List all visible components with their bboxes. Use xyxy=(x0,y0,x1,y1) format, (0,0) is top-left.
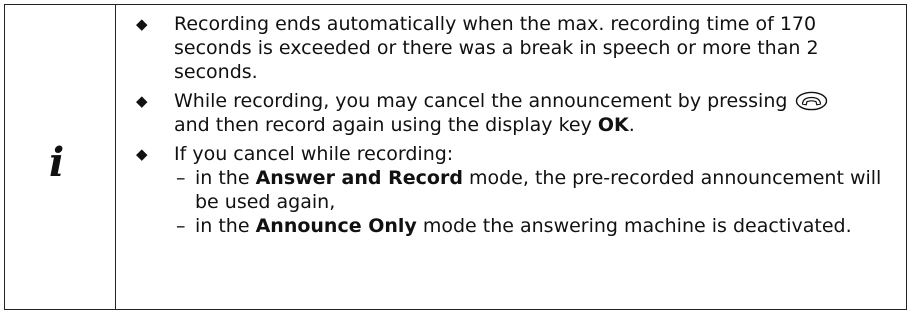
note-text-cell: ◆ Recording ends automatically when the … xyxy=(116,5,906,309)
info-note-box: i ◆ Recording ends automatically when th… xyxy=(4,4,907,310)
dash-marker: – xyxy=(176,215,186,237)
sub-item-text: mode the answering machine is deactivate… xyxy=(422,215,852,237)
note-bullet-list: ◆ Recording ends automatically when the … xyxy=(136,12,896,243)
sub-item-announce-only: – in the Announce Only mode the answerin… xyxy=(174,214,896,238)
info-i-icon: i xyxy=(49,139,65,186)
note-item-text: and then record again using the display … xyxy=(174,114,592,136)
sub-item-text: in the xyxy=(195,215,250,237)
note-item-cancel-while-recording: ◆ If you cancel while recording: – in th… xyxy=(136,142,896,238)
diamond-bullet-icon: ◆ xyxy=(136,15,148,33)
mode-name: Answer and Record xyxy=(255,167,463,189)
mode-name: Announce Only xyxy=(255,215,417,237)
ok-key-label: OK xyxy=(597,114,629,136)
note-item-cancel-announcement: ◆ While recording, you may cancel the an… xyxy=(136,89,896,137)
diamond-bullet-icon: ◆ xyxy=(136,92,148,110)
sub-item-text: in the xyxy=(195,167,250,189)
dash-marker: – xyxy=(176,167,186,189)
note-item-recording-limit: ◆ Recording ends automatically when the … xyxy=(136,12,896,84)
end-call-key-icon xyxy=(796,91,828,111)
mode-sub-list: – in the Answer and Record mode, the pre… xyxy=(174,166,896,238)
note-item-text: . xyxy=(628,114,635,136)
note-item-text: If you cancel while recording: xyxy=(174,143,454,165)
sub-item-answer-and-record: – in the Answer and Record mode, the pre… xyxy=(174,166,896,214)
note-item-text: Recording ends automatically when the ma… xyxy=(174,13,819,83)
icon-cell: i xyxy=(5,5,116,309)
diamond-bullet-icon: ◆ xyxy=(136,145,148,163)
note-item-text: While recording, you may cancel the anno… xyxy=(174,90,788,112)
